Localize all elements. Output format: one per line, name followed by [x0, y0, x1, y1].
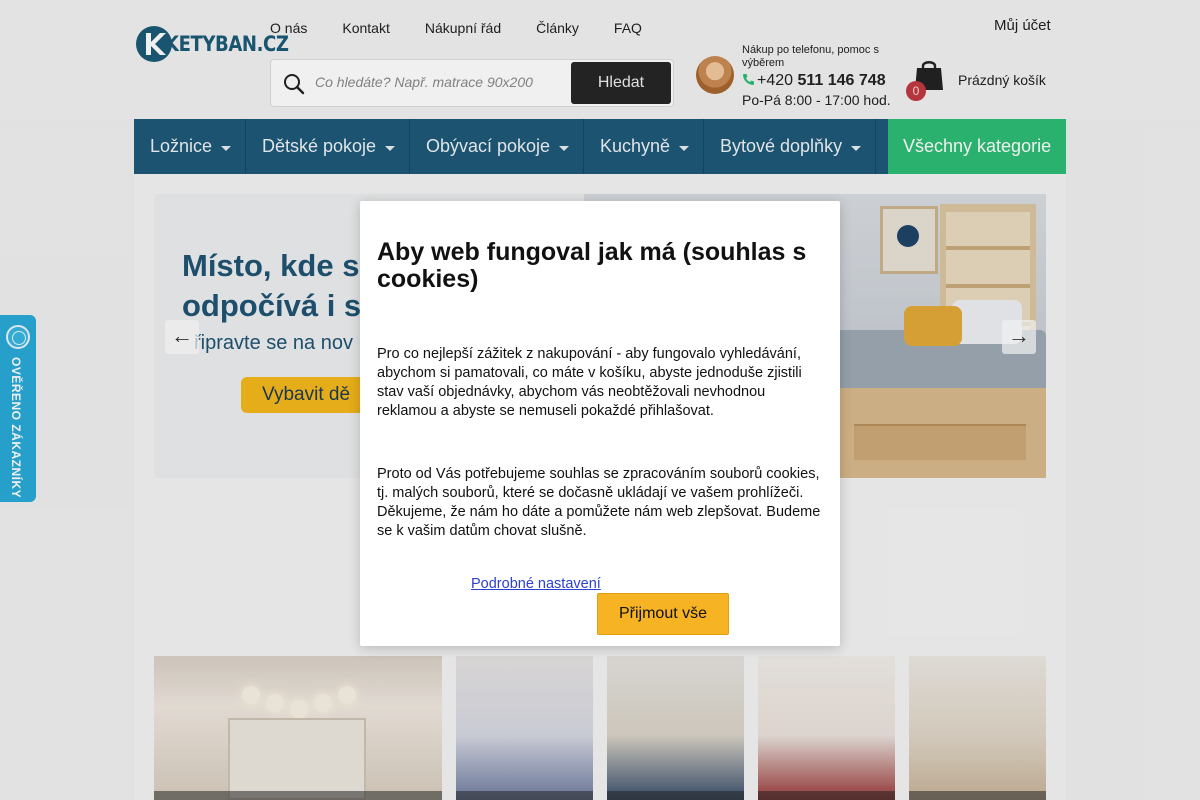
- detailed-settings-link[interactable]: Podrobné nastavení: [471, 576, 601, 592]
- dialog-paragraph: Proto od Vás potřebujeme souhlas se zpra…: [377, 466, 821, 539]
- cookie-consent-dialog: Aby web fungoval jak má (souhlas s cooki…: [360, 201, 840, 646]
- dialog-paragraph: Pro co nejlepší zážitek z nakupování - a…: [377, 346, 802, 419]
- dialog-title: Aby web fungoval jak má (souhlas s cooki…: [377, 238, 807, 293]
- accept-all-button[interactable]: Přijmout vše: [597, 593, 729, 635]
